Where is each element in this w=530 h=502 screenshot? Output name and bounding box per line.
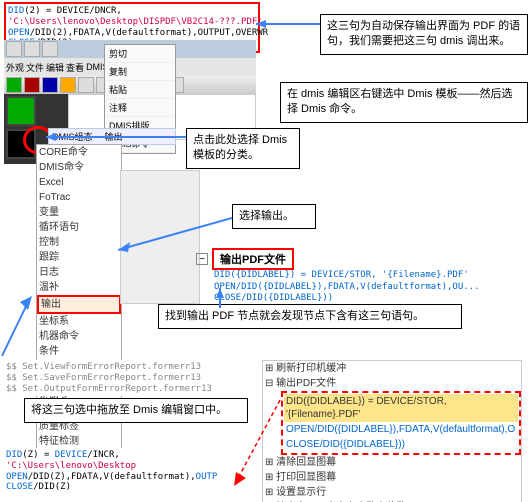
pdf-node: − 输出PDF文件 DID({DIDLABEL}) = DEVICE/STOR,… <box>196 248 496 305</box>
menu-paste[interactable]: 粘贴 <box>105 81 175 99</box>
menu-copy[interactable]: 复制 <box>105 63 175 81</box>
right-tree-did[interactable]: DID({DIDLABEL}) = DEVICE/STOR, '{Filenam… <box>284 394 518 422</box>
collapse-icon[interactable]: − <box>196 253 208 265</box>
pdf-node-title[interactable]: 输出PDF文件 <box>212 248 294 270</box>
bottom-left-code-2: DID(Z) = DEVICE/INCR, 'C:\Users\lenovo\D… <box>4 448 248 495</box>
right-tree[interactable]: ⊞ 刷新打印机缓冲 ⊟ 输出PDF文件 DID({DIDLABEL}) = DE… <box>262 360 522 502</box>
callout-mid-right: 在 dmis 编辑区右键选中 Dmis 模板——然后选择 Dmis 命令。 <box>280 82 528 123</box>
bottom-left-code: $$ Set.ViewFormErrorReport.formerr13 $$ … <box>4 360 248 396</box>
menu-cut[interactable]: 剪切 <box>105 45 175 63</box>
callout-click-here: 点击此处选择 Dmis 模板的分类。 <box>186 128 300 169</box>
menu-comment[interactable]: 注释 <box>105 99 175 117</box>
tree-item-output[interactable]: 输出 <box>37 295 121 314</box>
callout-choose-output: 选择输出。 <box>232 204 316 229</box>
callout-top-right: 这三句为自动保存输出界面为 PDF 的语句，我们需要把这三句 dmis 调出来。 <box>320 14 528 55</box>
callout-drag: 将这三句选中拖放至 Dmis 编辑窗口中。 <box>24 398 248 423</box>
